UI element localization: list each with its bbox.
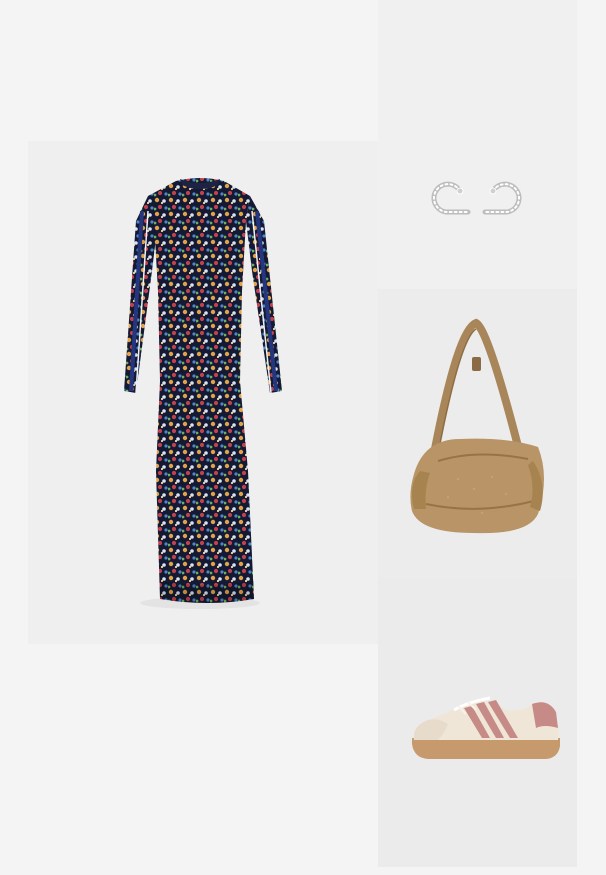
product-tile-bag[interactable]	[378, 289, 577, 578]
product-tile-earrings[interactable]	[378, 0, 577, 289]
product-tile-dress[interactable]	[28, 141, 378, 644]
dress-image	[124, 178, 282, 609]
outfit-board	[0, 0, 606, 875]
bag-image	[410, 318, 544, 534]
sneaker-image	[412, 696, 560, 759]
earrings-image	[431, 181, 522, 215]
product-tile-sneakers[interactable]	[378, 578, 577, 867]
